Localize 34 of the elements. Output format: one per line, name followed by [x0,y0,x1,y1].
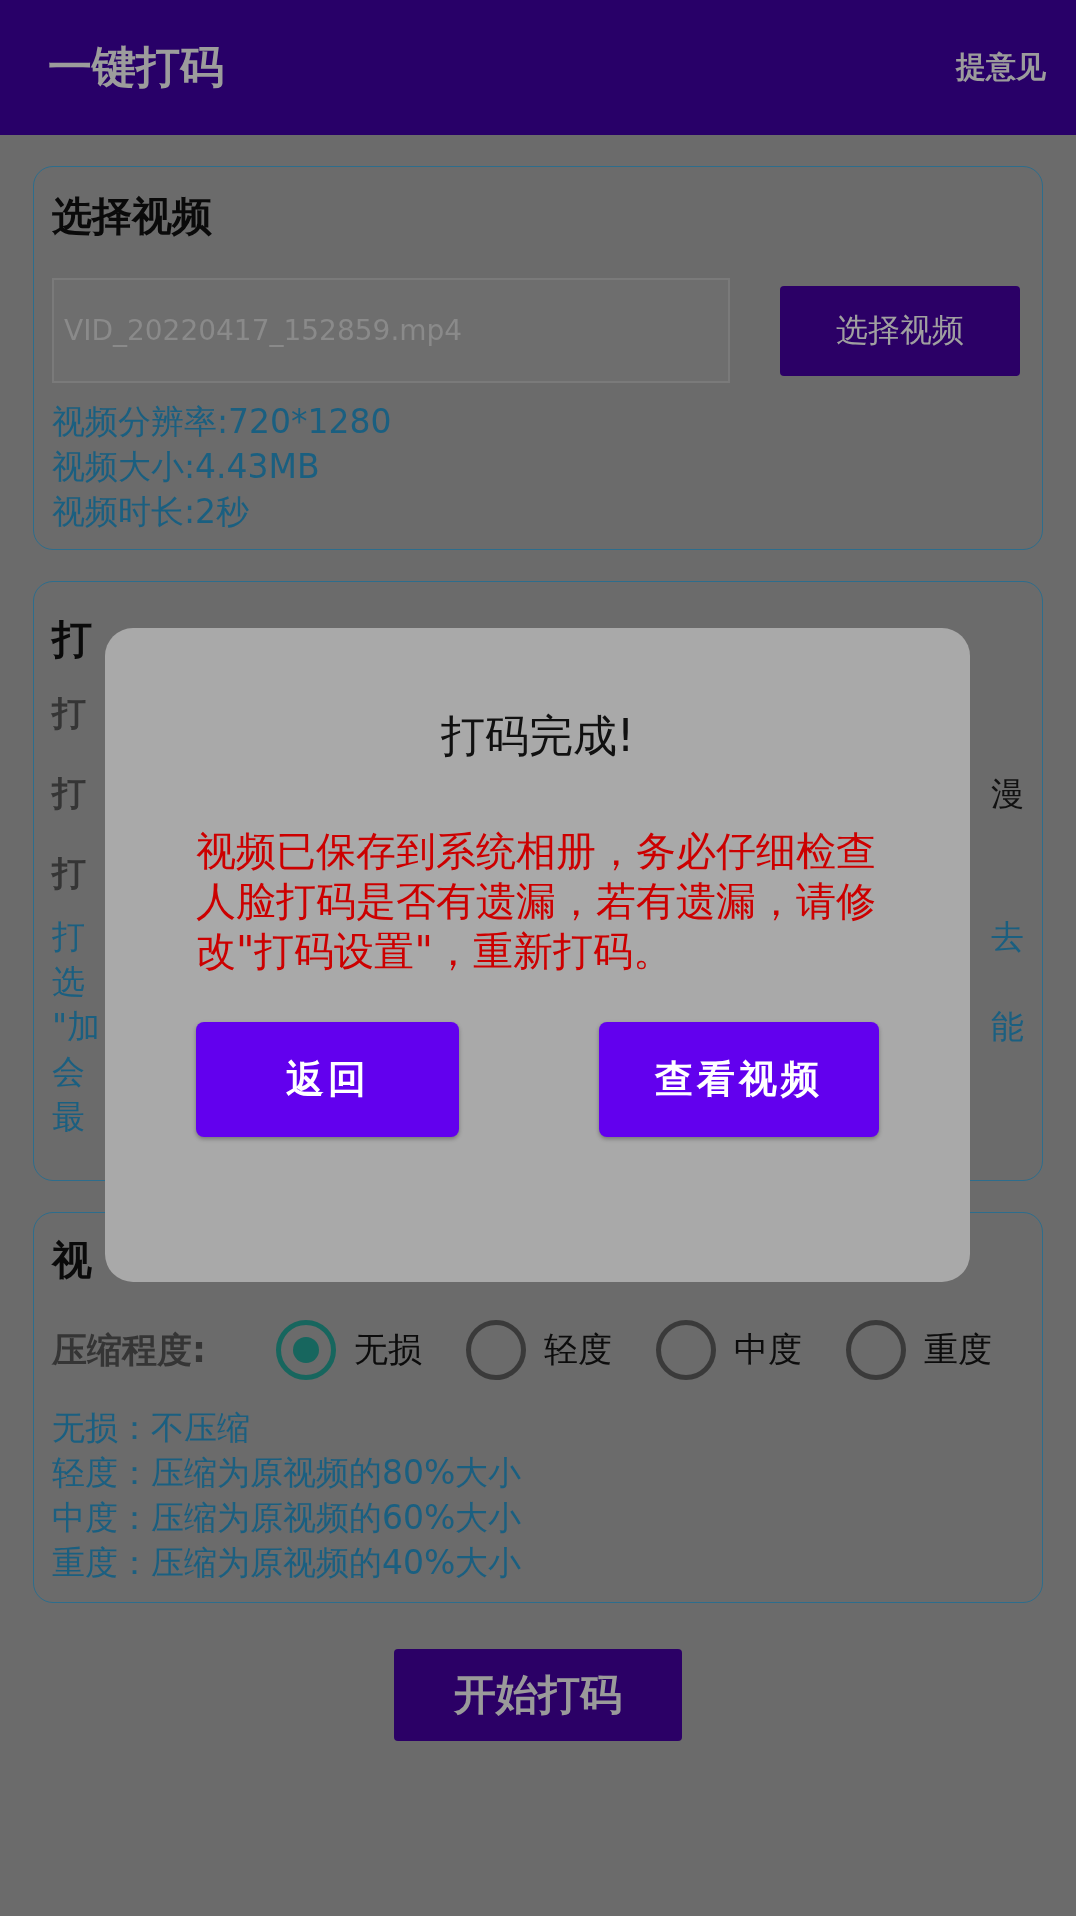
section-heading: 视 [52,1236,93,1285]
radio-label[interactable]: 无损 [354,1327,454,1373]
radio-button[interactable] [846,1320,906,1380]
setting-option: 漫 [991,771,1024,817]
settings-note: 会 [52,1051,85,1093]
settings-note: "加 [52,1006,101,1048]
video-info: 视频大小:4.43MB [52,446,321,488]
radio-label[interactable]: 中度 [734,1327,834,1373]
app-title: 一键打码 [48,40,224,94]
start-button[interactable]: 开始打码 [394,1649,682,1741]
radio-label[interactable]: 轻度 [544,1327,644,1373]
dialog-title: 打码完成! [439,709,636,763]
radio-label[interactable]: 重度 [924,1327,1024,1373]
dialog-button[interactable]: 查看视频 [599,1022,879,1137]
settings-note: 打 [52,916,85,958]
compress-note: 中度：压缩为原视频的60%大小 [52,1497,523,1539]
radio-button[interactable] [276,1320,336,1380]
compress-note: 重度：压缩为原视频的40%大小 [52,1542,523,1584]
compress-note: 无损：不压缩 [52,1407,251,1449]
settings-note: 最 [52,1096,85,1138]
settings-note: 选 [52,961,85,1003]
feedback-link[interactable]: 提意见 [956,47,1046,88]
compress-note: 轻度：压缩为原视频的80%大小 [52,1452,523,1494]
video-info: 视频分辨率:720*1280 [52,401,393,443]
section-heading: 选择视频 [52,192,213,241]
choose-video-button[interactable]: 选择视频 [780,285,1020,376]
video-info: 视频时长:2秒 [52,491,251,533]
radio-button[interactable] [466,1320,526,1380]
dialog-button[interactable]: 返回 [196,1022,459,1137]
settings-note: 去 [991,916,1024,958]
settings-note: 能 [991,1006,1024,1048]
dialog-message: 视频已保存到系统相册，务必仔细检查人脸打码是否有遗漏，若有遗漏，请修改"打码设置"，重新打码。 [196,827,876,976]
section-heading: 打 [52,615,93,664]
radio-button[interactable] [656,1320,716,1380]
